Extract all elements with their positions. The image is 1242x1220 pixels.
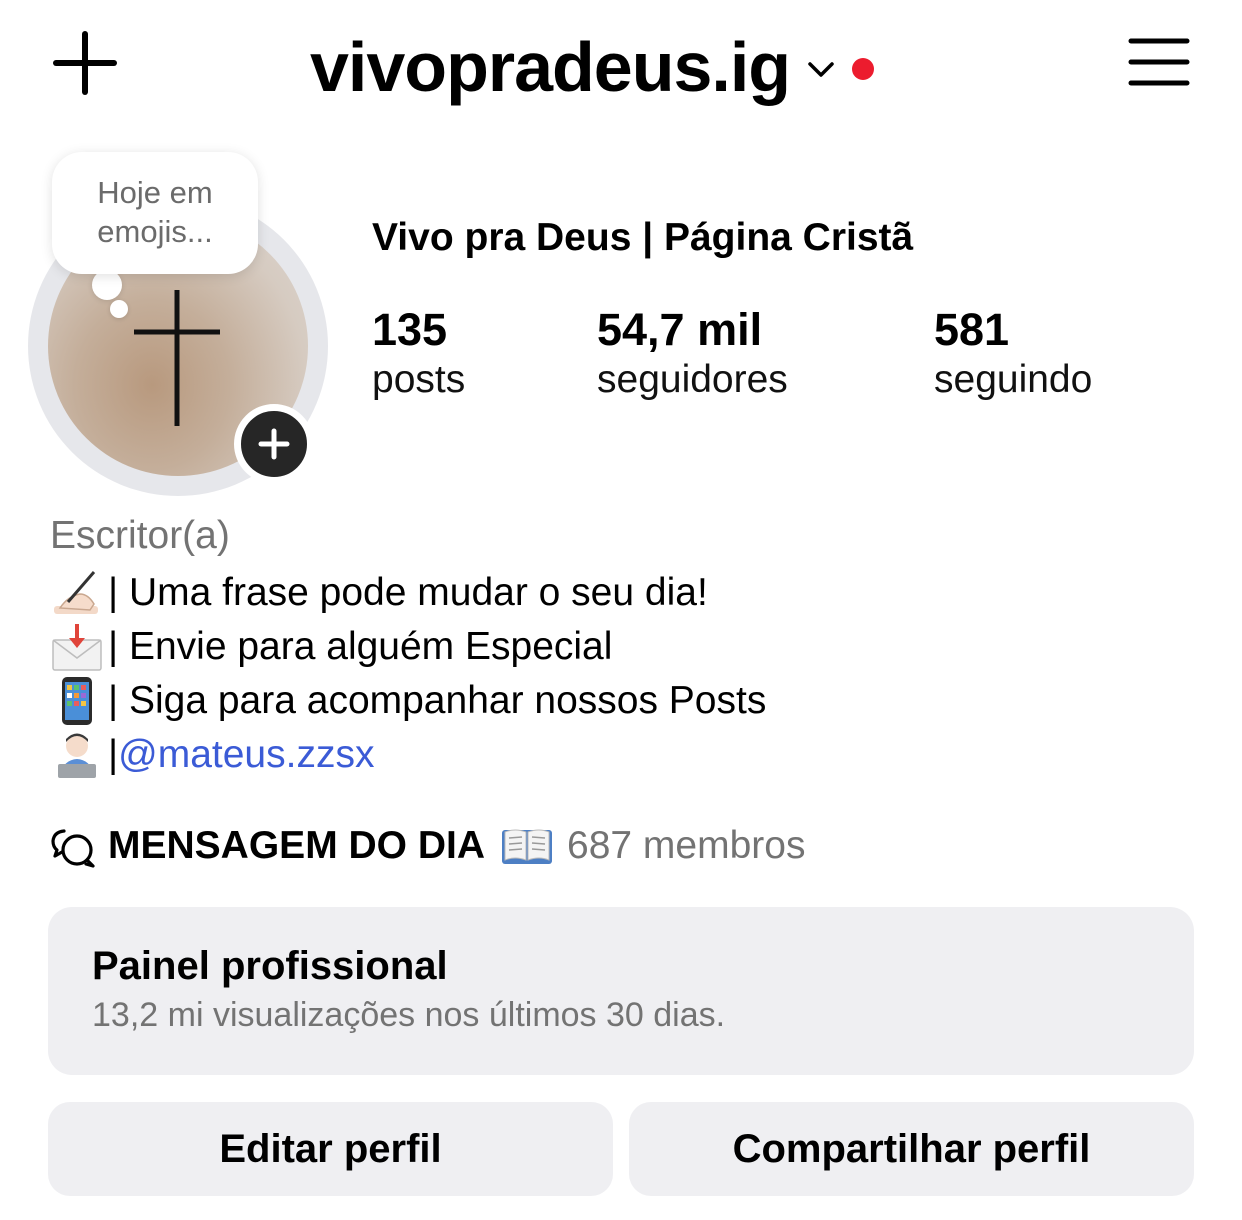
- technologist-icon: [58, 733, 96, 778]
- edit-profile-button[interactable]: Editar perfil: [48, 1102, 613, 1196]
- note-bubble-tail: [92, 270, 122, 300]
- add-story-button[interactable]: [234, 404, 314, 484]
- share-profile-button[interactable]: Compartilhar perfil: [629, 1102, 1194, 1196]
- channel-name: MENSAGEM DO DIA: [108, 824, 486, 867]
- note-bubble-tail-small: [110, 300, 128, 318]
- following-label: seguindo: [934, 358, 1093, 401]
- followers-label: seguidores: [597, 358, 788, 401]
- bio-line: | Envie para alguém Especial: [50, 620, 612, 674]
- bio-text: | Envie para alguém Especial: [108, 625, 613, 668]
- cross-icon: [134, 290, 220, 426]
- open-book-icon: [502, 829, 553, 864]
- bio-text: |: [108, 733, 119, 776]
- category-label: Escritor(a): [50, 514, 230, 557]
- stat-followers[interactable]: 54,7 mil seguidores: [597, 304, 788, 404]
- create-plus-icon[interactable]: [50, 28, 120, 98]
- posts-count: 135: [372, 304, 448, 355]
- plus-icon: [258, 428, 290, 460]
- note-bubble[interactable]: Hoje em emojis...: [52, 152, 258, 274]
- bio-text: | Uma frase pode mudar o seu dia!: [108, 571, 708, 614]
- bio-text: | Siga para acompanhar nossos Posts: [108, 679, 767, 722]
- dashboard-title: Painel profissional: [92, 944, 448, 988]
- mobile-phone-icon: [62, 677, 92, 725]
- display-name: Vivo pra Deus | Página Cristã: [372, 216, 914, 259]
- professional-dashboard[interactable]: [48, 907, 1194, 1075]
- broadcast-channel[interactable]: MENSAGEM DO DIA 687 membros: [50, 818, 805, 874]
- bio-line: | Siga para acompanhar nossos Posts: [50, 674, 766, 728]
- chat-bubbles-icon: [51, 829, 95, 868]
- notification-dot: [852, 58, 875, 80]
- bio-line: | Uma frase pode mudar o seu dia!: [50, 566, 708, 620]
- followers-count: 54,7 mil: [597, 304, 763, 355]
- stat-following[interactable]: 581 seguindo: [934, 304, 1092, 404]
- bio-line: | @mateus.zzsx: [50, 728, 374, 782]
- account-switcher[interactable]: vivopradeus.ig: [310, 22, 875, 112]
- envelope-with-arrow-icon: [52, 624, 102, 671]
- bio-mention-link[interactable]: @mateus.zzsx: [118, 733, 374, 777]
- chevron-down-icon: [808, 62, 834, 77]
- menu-icon[interactable]: [1128, 36, 1190, 88]
- stat-posts[interactable]: 135 posts: [372, 304, 465, 404]
- writing-hand-icon: [54, 571, 98, 614]
- following-count: 581: [934, 304, 1010, 355]
- posts-label: posts: [372, 358, 466, 401]
- dashboard-subtitle: 13,2 mi visualizações nos últimos 30 dia…: [92, 996, 726, 1034]
- username-title: vivopradeus.ig: [310, 28, 791, 106]
- note-text: Hoje em emojis...: [97, 175, 213, 249]
- channel-member-count: 687 membros: [567, 824, 806, 867]
